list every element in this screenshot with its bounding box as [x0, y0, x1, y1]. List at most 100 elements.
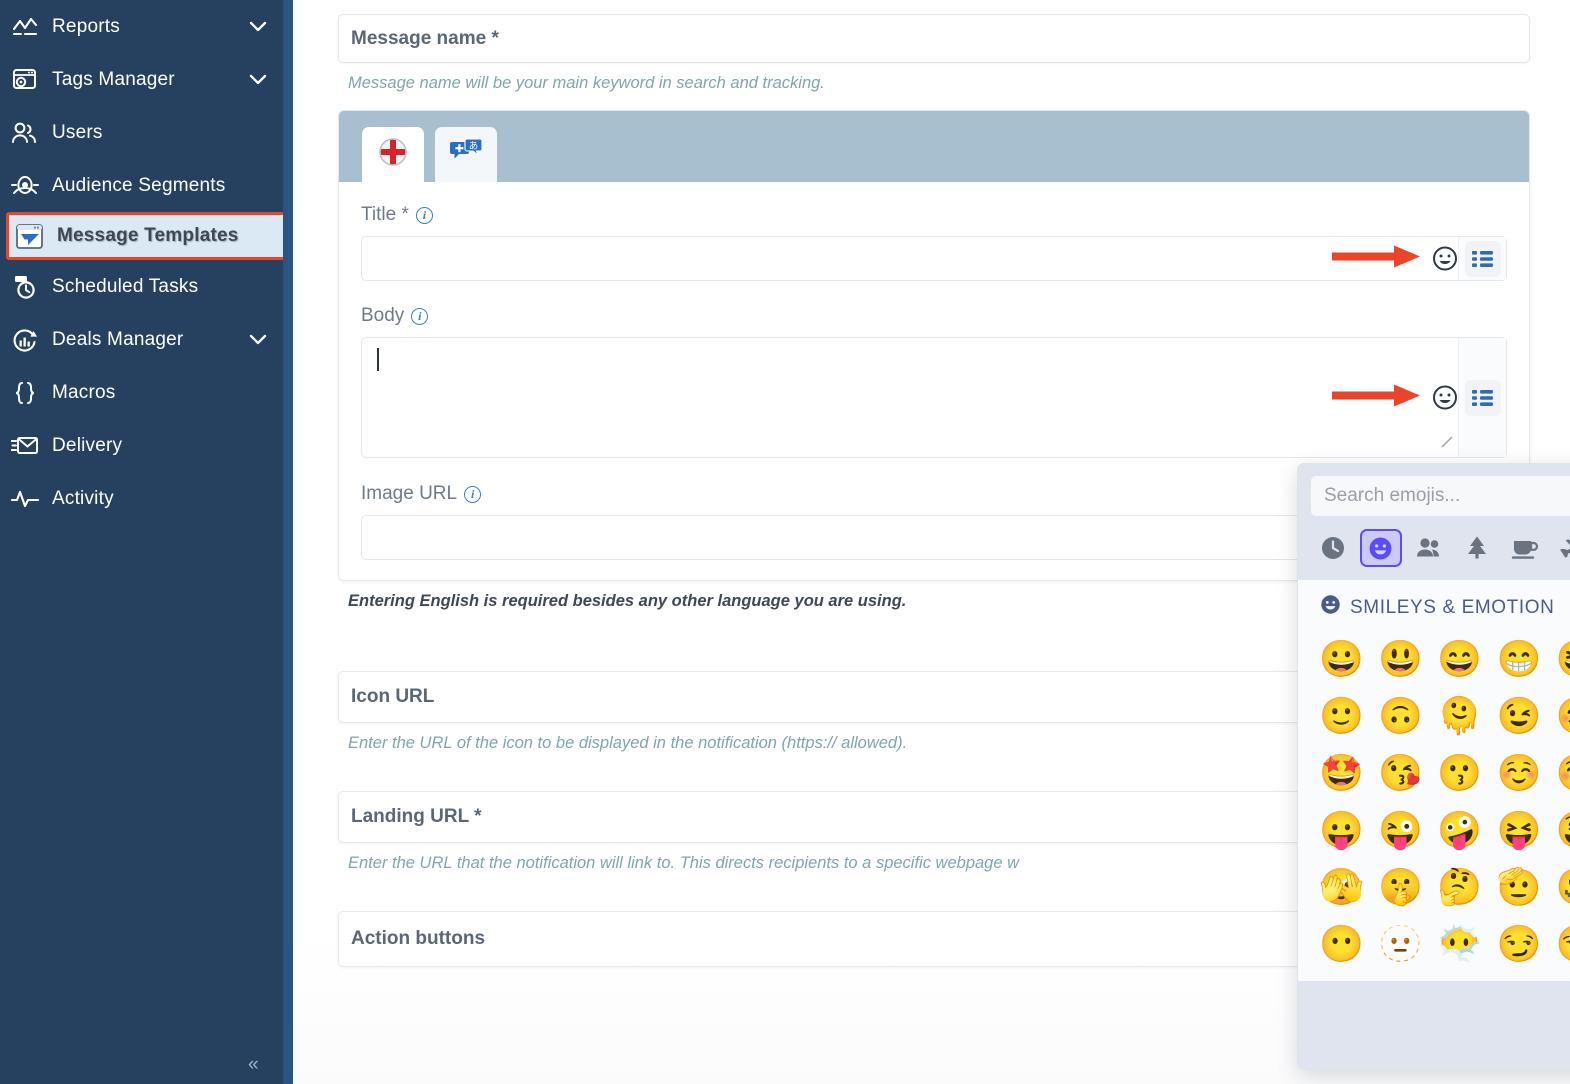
- title-label-row: Title * i: [361, 204, 1507, 226]
- title-macro-button[interactable]: [1464, 240, 1501, 277]
- sidebar-item-label: Tags Manager: [52, 68, 175, 90]
- sidebar: Reports Tags Manager Users Audience Segm…: [0, 0, 293, 1084]
- emoji-scroll-area[interactable]: SMILEYS & EMOTION 😀😃😄😁😆😅🤣😂🙂🙃🫠😉😊😇🥰😍🤩😘😗☺️😚…: [1298, 580, 1570, 981]
- emoji-cell[interactable]: 😘: [1371, 745, 1430, 800]
- emoji-cell[interactable]: 🤪: [1430, 802, 1489, 857]
- emoji-picker-header: [1298, 464, 1570, 523]
- emoji-cell[interactable]: 😄: [1430, 631, 1489, 686]
- emoji-cell[interactable]: 🤑: [1549, 802, 1570, 857]
- emoji-category-people[interactable]: [1408, 529, 1450, 567]
- sidebar-item-audience-segments[interactable]: Audience Segments: [0, 159, 293, 212]
- emoji-category-bar: [1298, 523, 1570, 580]
- title-input[interactable]: [362, 237, 1458, 282]
- emoji-category-smileys[interactable]: [1359, 529, 1402, 567]
- sidebar-item-scheduled-tasks[interactable]: Scheduled Tasks: [0, 260, 293, 313]
- info-circle-icon[interactable]: i: [415, 206, 433, 224]
- sidebar-item-macros[interactable]: Macros: [0, 366, 293, 419]
- emoji-picker-popup: SMILEYS & EMOTION 😀😃😄😁😆😅🤣😂🙂🙃🫠😉😊😇🥰😍🤩😘😗☺️😚…: [1297, 463, 1570, 1070]
- users-icon: [8, 118, 42, 148]
- emoji-category-travel[interactable]: [1551, 529, 1570, 567]
- emoji-cell[interactable]: 😜: [1371, 802, 1430, 857]
- england-flag-icon: [378, 137, 408, 172]
- body-macro-button[interactable]: [1464, 379, 1501, 416]
- body-textarea[interactable]: [362, 338, 1458, 457]
- emoji-cell[interactable]: 🤐: [1549, 859, 1570, 914]
- pulse-icon: [8, 484, 42, 514]
- emoji-cell[interactable]: 🫡: [1489, 859, 1548, 914]
- emoji-picker-footer: [1298, 981, 1570, 1069]
- emoji-category-recent[interactable]: [1312, 529, 1354, 567]
- emoji-cell[interactable]: 😊: [1549, 688, 1570, 743]
- sidebar-item-label: Users: [52, 121, 103, 143]
- sidebar-item-reports[interactable]: Reports: [0, 0, 293, 53]
- emoji-cell[interactable]: 😝: [1489, 802, 1548, 857]
- emoji-cell[interactable]: 😃: [1371, 631, 1430, 686]
- emoji-cell[interactable]: 😛: [1312, 802, 1371, 857]
- textarea-resize-handle[interactable]: [1440, 435, 1454, 453]
- emoji-search-box[interactable]: [1311, 476, 1570, 516]
- emoji-cell[interactable]: 🙂: [1312, 688, 1371, 743]
- title-side-tools: [1458, 237, 1506, 280]
- emoji-cell[interactable]: 🤫: [1371, 859, 1430, 914]
- emoji-cell[interactable]: 🫠: [1430, 688, 1489, 743]
- sidebar-item-users[interactable]: Users: [0, 106, 293, 159]
- emoji-cell[interactable]: 😁: [1489, 631, 1548, 686]
- emoji-cell[interactable]: ☺️: [1489, 745, 1548, 800]
- chevron-down-icon[interactable]: [247, 16, 269, 38]
- sidebar-item-activity[interactable]: Activity: [0, 472, 293, 525]
- envelope-send-icon: [8, 431, 42, 461]
- chevron-down-icon[interactable]: [247, 329, 269, 351]
- tag-gear-icon: [8, 65, 42, 95]
- deals-refresh-icon: [8, 325, 42, 355]
- sidebar-collapse-button[interactable]: «: [248, 1054, 259, 1076]
- text-caret: [377, 348, 379, 371]
- sidebar-item-label: Delivery: [52, 434, 123, 456]
- emoji-cell[interactable]: 🫣: [1312, 859, 1371, 914]
- emoji-cell[interactable]: 😉: [1489, 688, 1548, 743]
- sidebar-item-label: Reports: [52, 15, 120, 37]
- stopwatch-icon: [8, 272, 42, 302]
- emoji-cell[interactable]: 😆: [1549, 631, 1570, 686]
- sidebar-item-message-templates[interactable]: Message Templates: [6, 212, 287, 260]
- app-root: Reports Tags Manager Users Audience Segm…: [0, 0, 1570, 1084]
- emoji-category-nature[interactable]: [1456, 529, 1498, 567]
- emoji-cell[interactable]: 🫥: [1371, 916, 1430, 971]
- chevron-down-icon[interactable]: [247, 69, 269, 91]
- body-tools: [1330, 382, 1458, 413]
- message-name-legend: Message name *: [351, 27, 499, 49]
- translate-add-icon: あ: [449, 138, 483, 171]
- arrow-to-body-emoji: [1330, 382, 1422, 413]
- add-language-tab[interactable]: あ: [435, 127, 497, 182]
- english-flag-tab[interactable]: [362, 127, 424, 182]
- emoji-cell[interactable]: 😏: [1489, 916, 1548, 971]
- emoji-cell[interactable]: 😚: [1549, 745, 1570, 800]
- emoji-category-food[interactable]: [1504, 529, 1546, 567]
- title-tools: [1330, 243, 1458, 274]
- title-emoji-button[interactable]: [1432, 246, 1458, 272]
- emoji-cell[interactable]: 😒: [1549, 916, 1570, 971]
- emoji-cell[interactable]: 😗: [1430, 745, 1489, 800]
- sidebar-item-deals-manager[interactable]: Deals Manager: [0, 313, 293, 366]
- info-circle-icon[interactable]: i: [411, 307, 429, 325]
- emoji-cell[interactable]: 😶‍🌫️: [1430, 916, 1489, 971]
- landing-url-legend: Landing URL *: [351, 806, 482, 827]
- emoji-cell[interactable]: 😀: [1312, 631, 1371, 686]
- svg-text:あ: あ: [469, 141, 479, 152]
- icon-url-legend: Icon URL: [351, 686, 435, 707]
- body-emoji-button[interactable]: [1432, 385, 1458, 411]
- info-circle-icon[interactable]: i: [464, 485, 482, 503]
- emoji-cell[interactable]: 🤩: [1312, 745, 1371, 800]
- emoji-section-header: SMILEYS & EMOTION: [1298, 580, 1570, 629]
- title-input-wrap: [361, 236, 1507, 282]
- message-name-field[interactable]: Message name *: [338, 14, 1530, 63]
- message-template-icon: [13, 221, 47, 251]
- emoji-cell[interactable]: 😶: [1312, 916, 1371, 971]
- sidebar-item-label: Activity: [52, 487, 114, 509]
- sidebar-item-delivery[interactable]: Delivery: [0, 419, 293, 472]
- emoji-search-input[interactable]: [1324, 485, 1570, 507]
- emoji-cell[interactable]: 🤔: [1430, 859, 1489, 914]
- emoji-cell[interactable]: 🙃: [1371, 688, 1430, 743]
- message-name-helper: Message name will be your main keyword i…: [348, 74, 825, 92]
- sidebar-item-tags-manager[interactable]: Tags Manager: [0, 53, 293, 106]
- main-content: Message name * Message name will be your…: [293, 0, 1570, 1084]
